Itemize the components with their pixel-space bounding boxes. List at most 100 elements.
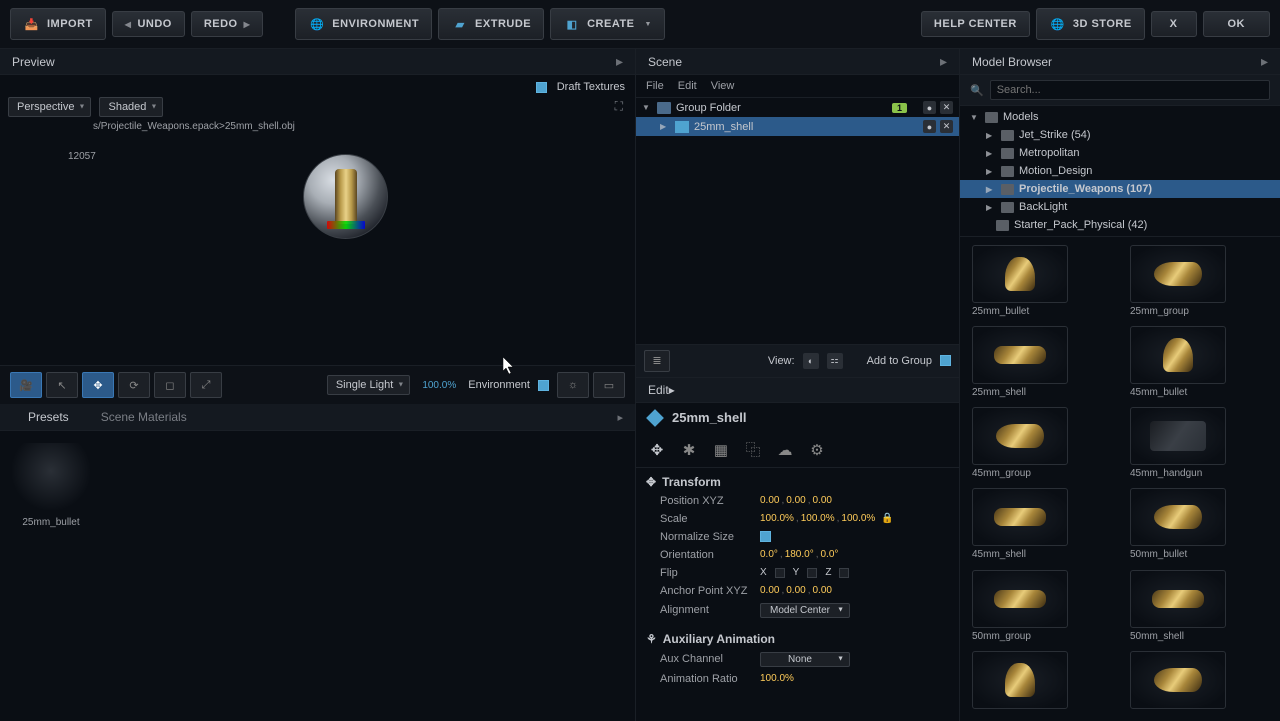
rotate-tool[interactable]: ⟳	[118, 372, 150, 398]
asset-item[interactable]: 25mm_bullet	[972, 245, 1110, 318]
env-sun-icon[interactable]: ☼	[557, 372, 589, 398]
btree-row[interactable]: ▶Metropolitan	[960, 144, 1280, 162]
scene-menu-view[interactable]: View	[711, 80, 735, 92]
layer-icon[interactable]: ≣	[644, 350, 670, 372]
edit-render-tab[interactable]: ☁	[774, 439, 796, 461]
tab-scene-materials[interactable]: Scene Materials	[85, 404, 203, 430]
tree-vis-icon[interactable]: ●	[923, 120, 936, 133]
folder-icon	[1001, 148, 1014, 159]
aux-section-header[interactable]: ⚘Auxiliary Animation	[636, 629, 959, 649]
prop-anchor-value[interactable]: 0.00,0.00,0.00	[760, 585, 832, 596]
aux-channel-select[interactable]: None	[760, 652, 850, 667]
asset-item[interactable]: 25mm_group	[1130, 245, 1268, 318]
scene-menu-file[interactable]: File	[646, 80, 664, 92]
asset-item[interactable]: 50mm_bullet	[1130, 488, 1268, 561]
select-tool[interactable]: ↖	[46, 372, 78, 398]
view-filter-icon[interactable]: ⚏	[827, 353, 843, 369]
axis-tool[interactable]: ⤢	[190, 372, 222, 398]
transform-section-header[interactable]: ✥Transform	[636, 472, 959, 492]
camera-tool[interactable]: 🎥	[10, 372, 42, 398]
asset-item[interactable]: 45mm_bullet	[1130, 326, 1268, 399]
alignment-select[interactable]: Model Center	[760, 603, 850, 618]
tree-expand-icon[interactable]: ▶	[660, 122, 670, 131]
asset-item[interactable]	[972, 651, 1110, 713]
tree-expand-icon[interactable]: ▶	[986, 203, 996, 212]
expand-viewport-icon[interactable]: ⛶	[615, 99, 623, 114]
tree-expand-icon[interactable]: ▶	[986, 131, 996, 140]
btree-row[interactable]: ▶Motion_Design	[960, 162, 1280, 180]
btree-row[interactable]: Starter_Pack_Physical (42)	[960, 216, 1280, 234]
search-input[interactable]	[990, 80, 1270, 100]
shading-select[interactable]: Shaded	[99, 97, 163, 117]
asset-item[interactable]: 45mm_shell	[972, 488, 1110, 561]
flip-x-checkbox[interactable]	[775, 568, 785, 578]
edit-move-tab[interactable]: ✥	[646, 439, 668, 461]
lock-icon[interactable]: 🔒	[881, 513, 893, 524]
environment-button[interactable]: 🌐ENVIRONMENT	[295, 8, 432, 40]
prop-orientation-value[interactable]: 0.0°,180.0°,0.0°	[760, 549, 838, 560]
edit-settings-tab[interactable]: ✱	[678, 439, 700, 461]
edit-tool-tabs: ✥ ✱ ▦ ⿻ ☁ ⚙	[636, 433, 959, 468]
add-to-group-checkbox[interactable]	[940, 355, 951, 366]
btree-row[interactable]: ▶BackLight	[960, 198, 1280, 216]
tree-expand-icon[interactable]: ▼	[970, 113, 980, 122]
tree-close-icon[interactable]: ✕	[940, 101, 953, 114]
asset-item[interactable]: 50mm_shell	[1130, 570, 1268, 643]
tree-expand-icon[interactable]: ▶	[986, 149, 996, 158]
scale-tool[interactable]: ◻	[154, 372, 186, 398]
help-center-button[interactable]: HELP CENTER	[921, 11, 1030, 37]
asset-item[interactable]: 45mm_handgun	[1130, 407, 1268, 480]
globe-icon: 🌐	[308, 15, 326, 33]
tree-close-icon[interactable]: ✕	[940, 120, 953, 133]
material-item[interactable]: 25mm_bullet	[12, 443, 90, 709]
tree-expand-icon[interactable]: ▼	[642, 103, 652, 112]
undo-button[interactable]: ◀UNDO	[112, 11, 185, 37]
scene-menu-edit[interactable]: Edit	[678, 80, 697, 92]
tree-expand-icon[interactable]: ▶	[986, 167, 996, 176]
btree-label: Starter_Pack_Physical (42)	[1014, 219, 1147, 231]
env-screen-icon[interactable]: ▭	[593, 372, 625, 398]
normalize-checkbox[interactable]	[760, 531, 771, 542]
projection-select[interactable]: Perspective	[8, 97, 91, 117]
tree-vis-icon[interactable]: ●	[923, 101, 936, 114]
close-button[interactable]: X	[1151, 11, 1197, 37]
prop-position-value[interactable]: 0.00,0.00,0.00	[760, 495, 832, 506]
tree-row-model[interactable]: ▶ 25mm_shell ●✕	[636, 117, 959, 136]
browser-collapse-icon[interactable]: ▸	[1261, 53, 1268, 70]
ok-button[interactable]: OK	[1203, 11, 1271, 37]
asset-item[interactable]	[1130, 651, 1268, 713]
model-gizmo-sphere[interactable]	[303, 154, 388, 239]
prop-anim-ratio-value[interactable]: 100.0%	[760, 673, 794, 684]
edit-gear-tab[interactable]: ⚙	[806, 439, 828, 461]
prop-scale-value[interactable]: 100.0%,100.0%,100.0%	[760, 513, 875, 524]
asset-item[interactable]: 50mm_group	[972, 570, 1110, 643]
btree-row[interactable]: ▶Projectile_Weapons (107)	[960, 180, 1280, 198]
asset-item[interactable]: 25mm_shell	[972, 326, 1110, 399]
flip-y-checkbox[interactable]	[807, 568, 817, 578]
3d-store-button[interactable]: 🌐3D STORE	[1036, 8, 1145, 40]
edit-hierarchy-tab[interactable]: ⿻	[742, 439, 764, 461]
draft-textures-checkbox[interactable]	[536, 82, 547, 93]
view-mode-icon[interactable]: ◐	[803, 353, 819, 369]
import-button[interactable]: 📥IMPORT	[10, 8, 106, 40]
create-button[interactable]: ◧CREATE	[550, 8, 665, 40]
redo-button[interactable]: REDO▶	[191, 11, 263, 37]
extrude-button[interactable]: ▰EXTRUDE	[438, 8, 544, 40]
edit-texture-tab[interactable]: ▦	[710, 439, 732, 461]
edit-collapse-icon[interactable]: ▸	[669, 383, 675, 397]
move-tool[interactable]: ✥	[82, 372, 114, 398]
btree-row[interactable]: ▶Jet_Strike (54)	[960, 126, 1280, 144]
light-intensity-value[interactable]: 100.0%	[422, 380, 456, 391]
3d-viewport[interactable]: Perspective Shaded ⛶ s/Projectile_Weapon…	[8, 99, 627, 365]
preview-collapse-icon[interactable]: ▸	[616, 53, 623, 70]
lighting-select[interactable]: Single Light	[327, 375, 411, 395]
tree-row-group[interactable]: ▼ Group Folder 1 ●✕	[636, 98, 959, 117]
flip-z-checkbox[interactable]	[839, 568, 849, 578]
materials-collapse-icon[interactable]: ▸	[617, 411, 623, 424]
tree-expand-icon[interactable]: ▶	[986, 185, 996, 194]
btree-row[interactable]: ▼Models	[960, 108, 1280, 126]
environment-checkbox[interactable]	[538, 380, 549, 391]
scene-collapse-icon[interactable]: ▸	[940, 53, 947, 70]
asset-item[interactable]: 45mm_group	[972, 407, 1110, 480]
tab-presets[interactable]: Presets	[12, 404, 85, 430]
